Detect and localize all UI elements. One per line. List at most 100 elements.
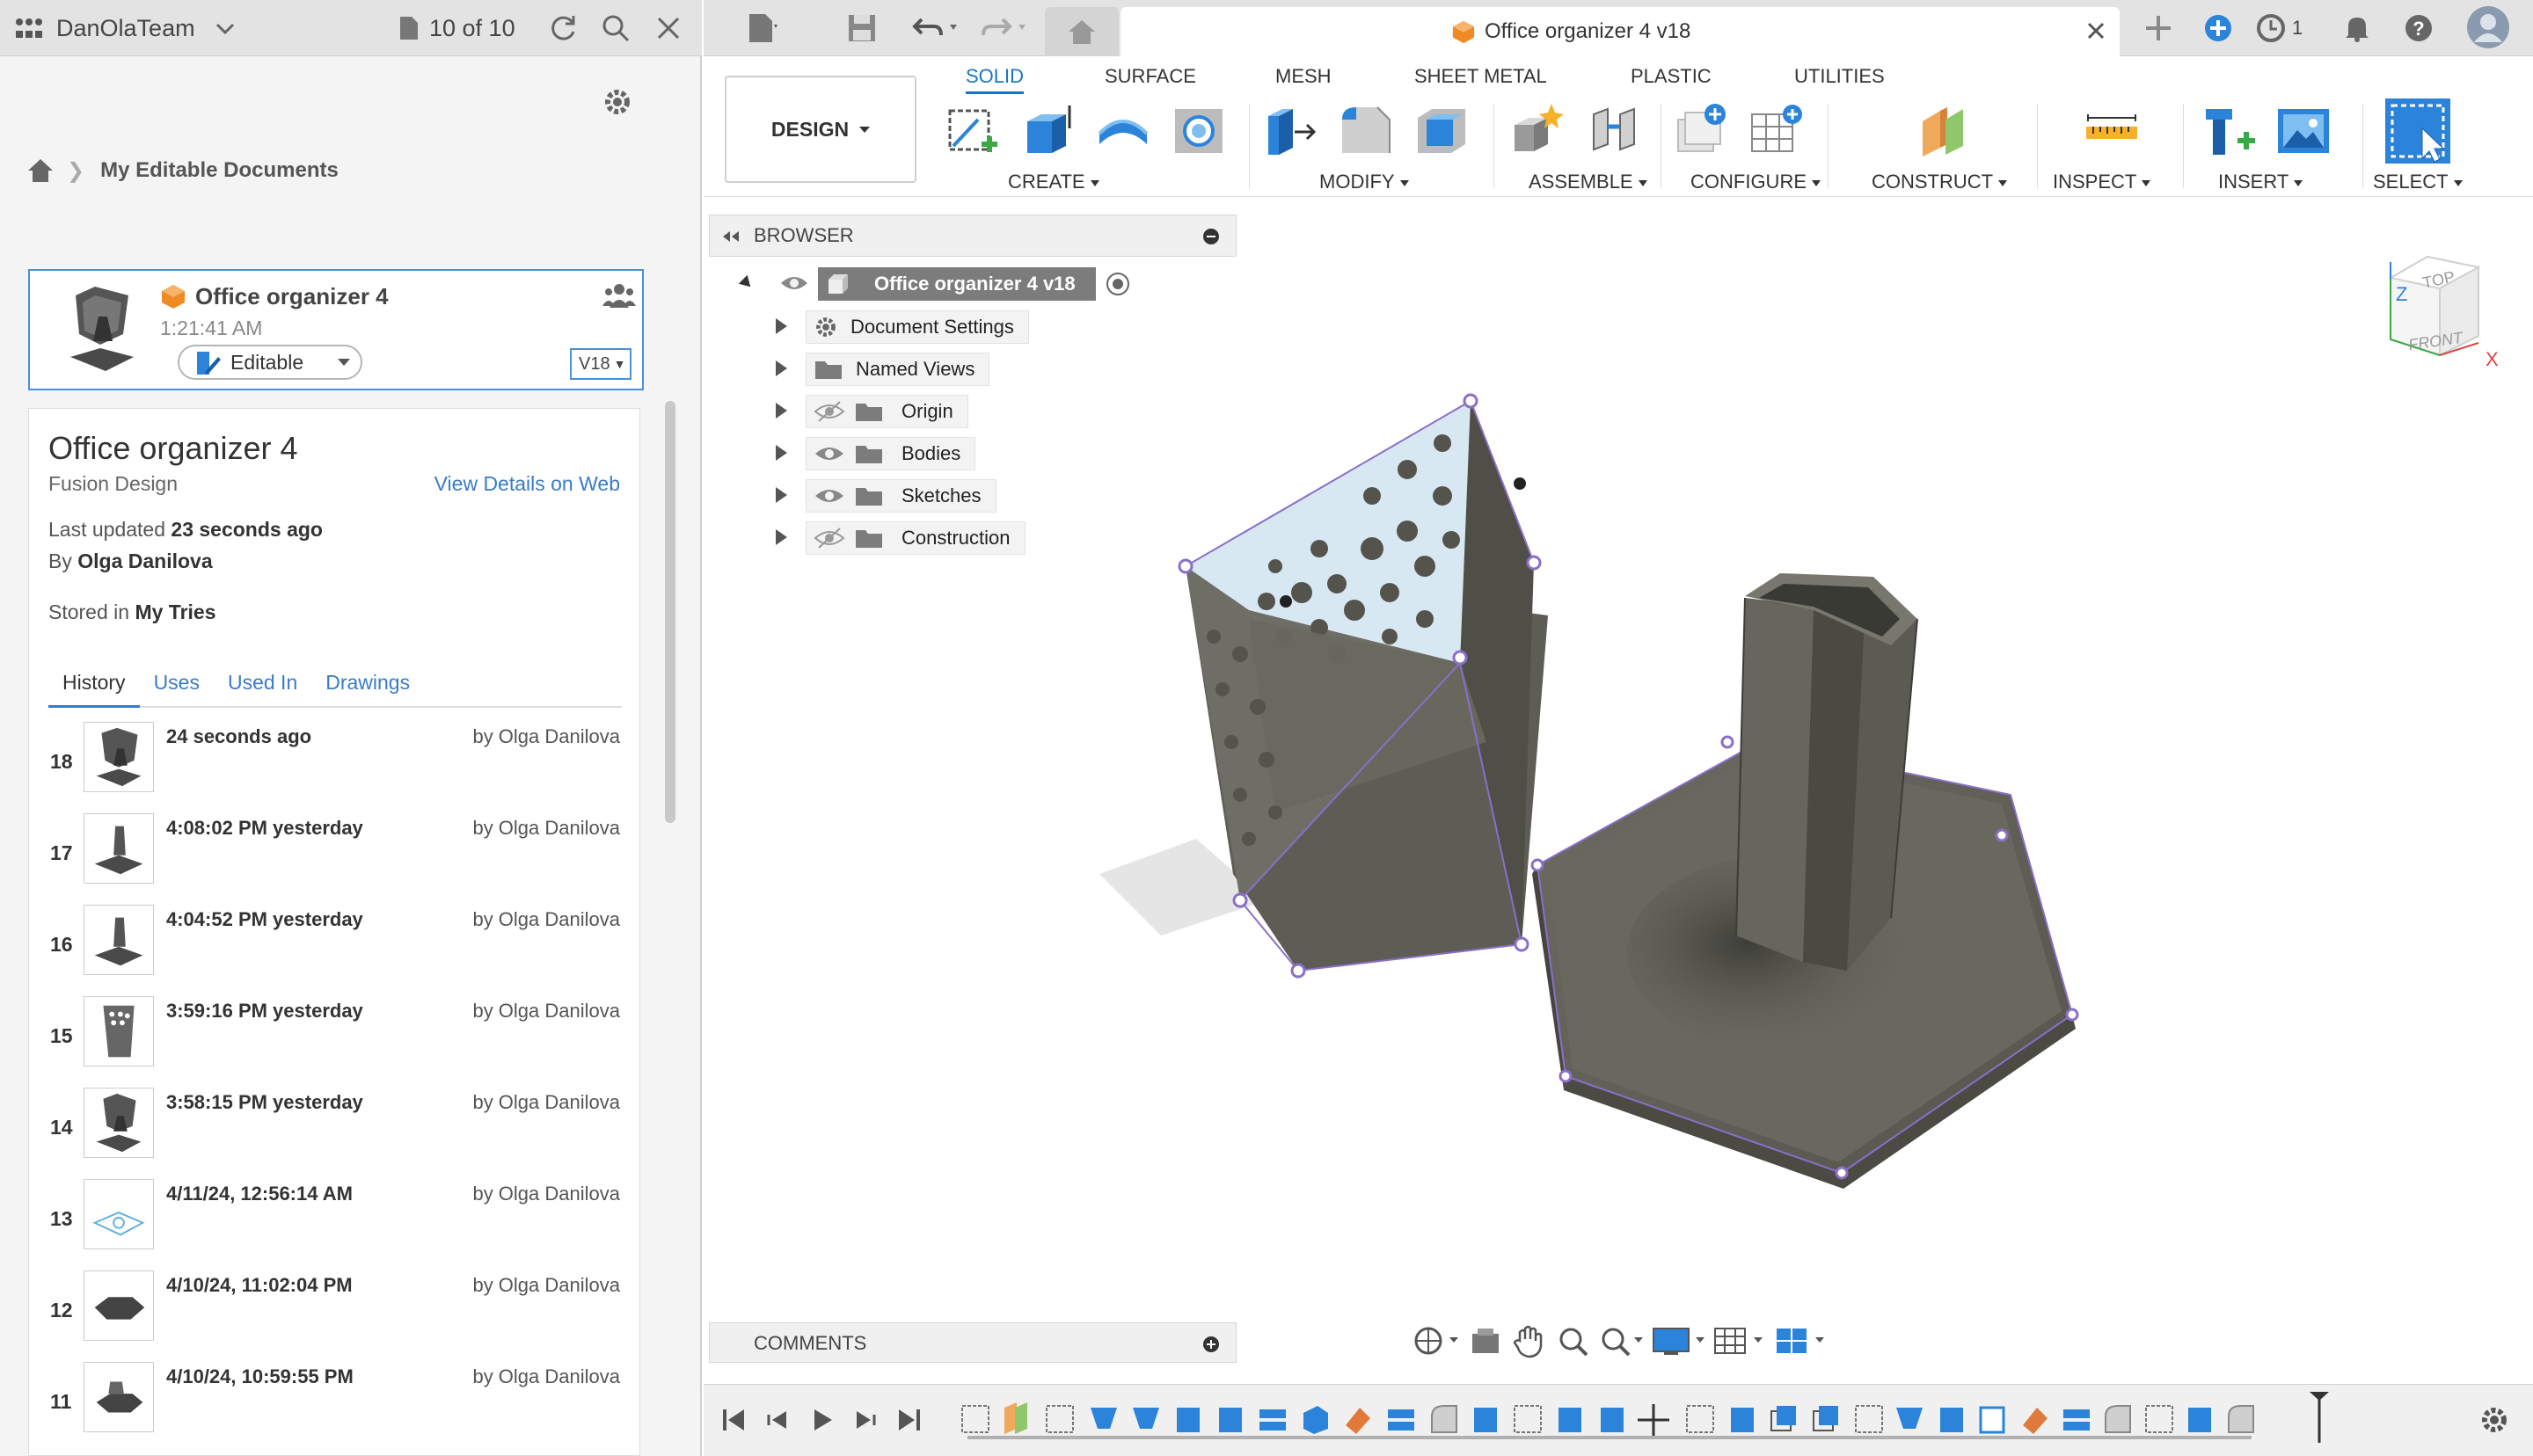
select-icon[interactable] <box>2383 97 2452 165</box>
history-row[interactable]: 13 4/11/24, 12:56:14 AM by Olga Danilova <box>29 1176 639 1267</box>
browser-node-construction[interactable]: Construction <box>806 521 1026 556</box>
breadcrumb-folder[interactable]: My Editable Documents <box>100 158 339 183</box>
new-component-icon[interactable] <box>1509 102 1567 160</box>
measure-icon[interactable] <box>2083 102 2141 160</box>
grid-settings-icon[interactable] <box>1710 1323 1771 1358</box>
tray-body[interactable] <box>1530 573 2079 1189</box>
comments-panel[interactable]: COMMENTS <box>709 1322 1237 1363</box>
offset-plane-icon[interactable] <box>1914 102 1972 160</box>
team-name[interactable]: DanOlaTeam <box>56 0 195 56</box>
configure-design-icon[interactable] <box>1671 102 1729 160</box>
document-count[interactable]: 10 of 10 <box>398 0 515 56</box>
look-at-icon[interactable] <box>1464 1323 1507 1358</box>
scrollbar[interactable] <box>665 401 675 823</box>
browser-node-bodies[interactable]: Bodies <box>806 436 976 471</box>
activate-radio-icon[interactable] <box>1105 271 1131 297</box>
close-panel-icon[interactable] <box>654 0 683 56</box>
version-dropdown[interactable]: V18 ▼ <box>570 348 631 380</box>
pin-panel-icon[interactable] <box>1202 228 1220 245</box>
collapse-panel-icon[interactable] <box>720 229 741 244</box>
inspect-menu[interactable]: INSPECT <box>2053 171 2151 193</box>
tab-plastic[interactable]: PLASTIC <box>1631 65 1712 88</box>
shell-icon[interactable] <box>1412 102 1471 160</box>
new-tab-icon[interactable] <box>2142 12 2174 44</box>
history-row[interactable]: 14 3:58:15 PM yesterday by Olga Danilova <box>29 1084 639 1176</box>
history-row[interactable]: 12 4/10/24, 11:02:04 PM by Olga Danilova <box>29 1267 639 1358</box>
go-to-end-icon[interactable] <box>894 1404 925 1436</box>
fit-window-icon[interactable] <box>1595 1323 1648 1358</box>
redo-icon[interactable] <box>980 12 1033 44</box>
play-icon[interactable] <box>806 1404 837 1436</box>
eye-icon[interactable] <box>814 442 845 465</box>
browser-node-named-views[interactable]: Named Views <box>806 352 990 387</box>
modify-menu[interactable]: MODIFY <box>1319 171 1409 193</box>
tab-drawings[interactable]: Drawings <box>311 664 424 708</box>
history-row[interactable]: 16 4:04:52 PM yesterday by Olga Danilova <box>29 901 639 993</box>
configuration-table-icon[interactable] <box>1747 102 1805 160</box>
browser-node-document-settings[interactable]: Document Settings <box>806 309 1029 345</box>
assemble-menu[interactable]: ASSEMBLE <box>1529 171 1647 193</box>
expand-triangle-icon[interactable] <box>776 403 787 419</box>
eye-icon[interactable] <box>779 273 809 294</box>
timeline-features[interactable] <box>959 1401 2260 1439</box>
save-icon[interactable] <box>846 12 878 44</box>
document-tab[interactable]: Office organizer 4 v18 <box>1121 7 2120 56</box>
history-row[interactable]: 11 4/10/24, 10:59:55 PM by Olga Danilova <box>29 1358 639 1450</box>
zoom-icon[interactable] <box>1551 1323 1595 1358</box>
viewports-icon[interactable] <box>1771 1323 1833 1358</box>
tab-uses[interactable]: Uses <box>140 664 214 708</box>
browser-panel-header[interactable]: BROWSER <box>709 215 1237 257</box>
create-sketch-icon[interactable] <box>943 102 1001 160</box>
hole-icon[interactable] <box>1170 102 1228 160</box>
tab-history[interactable]: History <box>48 664 140 708</box>
browser-node-origin[interactable]: Origin <box>806 394 968 429</box>
pen-tube[interactable] <box>1735 573 1918 971</box>
workspace-switcher[interactable]: DESIGN <box>725 76 916 183</box>
history-row[interactable]: 15 3:59:16 PM yesterday by Olga Danilova <box>29 993 639 1084</box>
job-status[interactable]: 1 <box>2255 12 2303 44</box>
timeline-settings-gear-icon[interactable] <box>2478 1404 2510 1436</box>
home-tab[interactable] <box>1045 7 1119 56</box>
step-forward-icon[interactable] <box>850 1404 881 1436</box>
view-details-link[interactable]: View Details on Web <box>434 472 620 496</box>
chevron-down-icon[interactable] <box>215 0 236 56</box>
tab-mesh[interactable]: MESH <box>1275 65 1332 88</box>
select-menu[interactable]: SELECT <box>2373 171 2463 193</box>
extrude-icon[interactable] <box>1018 102 1077 160</box>
file-menu-icon[interactable] <box>744 12 779 44</box>
help-icon[interactable]: ? <box>2403 12 2434 44</box>
press-pull-icon[interactable] <box>1261 102 1319 160</box>
joint-icon[interactable] <box>1585 102 1643 160</box>
insert-canvas-icon[interactable] <box>2274 102 2332 160</box>
expand-triangle-icon[interactable] <box>776 360 787 376</box>
insert-menu[interactable]: INSERT <box>2218 171 2303 193</box>
apps-grid-icon[interactable] <box>14 0 44 56</box>
construct-menu[interactable]: CONSTRUCT <box>1872 171 2008 193</box>
display-settings-icon[interactable] <box>1648 1323 1710 1358</box>
bell-icon[interactable] <box>2341 12 2373 44</box>
editable-dropdown[interactable]: Editable <box>178 345 362 380</box>
go-to-start-icon[interactable] <box>718 1404 749 1436</box>
refresh-icon[interactable] <box>547 0 579 56</box>
step-back-icon[interactable] <box>762 1404 793 1436</box>
gear-icon[interactable] <box>602 86 633 122</box>
expand-triangle-icon[interactable] <box>776 318 787 334</box>
undo-icon[interactable] <box>911 12 964 44</box>
close-tab-icon[interactable] <box>2084 19 2107 42</box>
timeline-marker[interactable] <box>2306 1390 2332 1446</box>
revolve-icon[interactable] <box>1094 102 1152 160</box>
expand-triangle-icon[interactable] <box>776 445 787 461</box>
viewcube[interactable]: TOP FRONT X Z <box>2375 251 2507 388</box>
share-people-icon[interactable] <box>602 281 637 316</box>
expand-triangle-icon[interactable] <box>776 529 787 545</box>
extensions-icon[interactable] <box>2202 12 2234 44</box>
pan-hand-icon[interactable] <box>1507 1323 1551 1358</box>
tab-surface[interactable]: SURFACE <box>1105 65 1196 88</box>
fillet-icon[interactable] <box>1337 102 1395 160</box>
document-card[interactable]: Office organizer 4 1:21:41 AM Editable V… <box>28 269 644 390</box>
tab-sheet-metal[interactable]: SHEET METAL <box>1414 65 1547 88</box>
stored-in-value[interactable]: My Tries <box>135 601 215 623</box>
browser-node-sketches[interactable]: Sketches <box>806 478 996 513</box>
history-row[interactable]: 18 24 seconds ago by Olga Danilova <box>29 718 639 810</box>
add-comment-icon[interactable] <box>1202 1336 1220 1353</box>
